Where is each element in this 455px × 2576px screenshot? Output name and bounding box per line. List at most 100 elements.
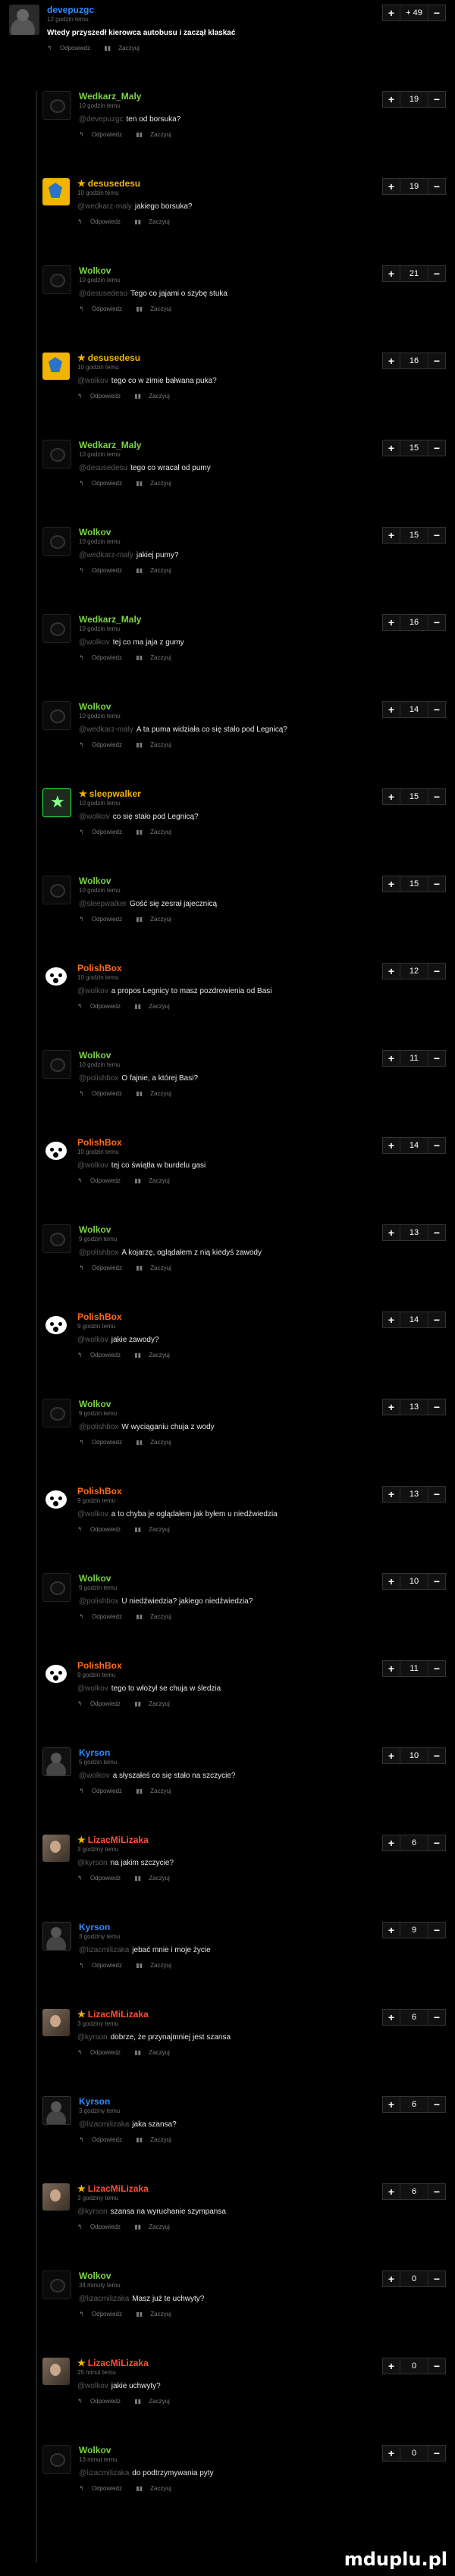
vote-plus-button[interactable]: + xyxy=(383,1661,400,1676)
avatar[interactable] xyxy=(42,440,71,469)
report-button[interactable]: ▮▮ Zaczyuj xyxy=(134,1003,176,1010)
mention-link[interactable]: @lizacmilizaka xyxy=(79,2295,129,2303)
report-button[interactable]: ▮▮ Zaczyuj xyxy=(136,1613,177,1620)
avatar[interactable] xyxy=(42,1399,71,1427)
mention-link[interactable]: @wolkov xyxy=(77,1161,108,1170)
vote-plus-button[interactable]: + xyxy=(383,1574,400,1589)
vote-plus-button[interactable]: + xyxy=(383,1138,400,1153)
mention-link[interactable]: @polishbox xyxy=(79,1074,118,1083)
vote-plus-button[interactable]: + xyxy=(383,1923,400,1938)
reply-button[interactable]: ↰ Odpowiedz xyxy=(77,393,127,400)
avatar[interactable] xyxy=(42,2096,71,2125)
mention-link[interactable]: @lizacmilizaka xyxy=(79,1946,129,1954)
vote-plus-button[interactable]: + xyxy=(383,1051,400,1066)
avatar[interactable] xyxy=(42,1312,70,1339)
mention-link[interactable]: @polishbox xyxy=(79,1249,118,1257)
reply-button[interactable]: ↰ Odpowiedz xyxy=(79,567,128,574)
vote-plus-button[interactable]: + xyxy=(383,1225,400,1240)
vote-minus-button[interactable]: − xyxy=(428,266,445,281)
vote-minus-button[interactable]: − xyxy=(428,2184,445,2199)
mention-link[interactable]: @wedkarz-maly xyxy=(79,551,133,559)
avatar[interactable] xyxy=(42,2183,70,2211)
avatar[interactable] xyxy=(42,1573,71,1602)
report-button[interactable]: ▮▮ Zaczyuj xyxy=(136,654,177,661)
mention-link[interactable]: @wedkarz-maly xyxy=(77,202,132,211)
vote-plus-button[interactable]: + xyxy=(383,1748,400,1763)
mention-link[interactable]: @wolkov xyxy=(77,377,108,385)
vote-minus-button[interactable]: − xyxy=(428,2097,445,2112)
reply-button[interactable]: ↰ Odpowiedz xyxy=(77,1177,127,1184)
mention-link[interactable]: @wedkarz-maly xyxy=(79,725,133,734)
vote-minus-button[interactable]: − xyxy=(428,1051,445,1066)
mention-link[interactable]: @wolkov xyxy=(77,1510,108,1518)
vote-minus-button[interactable]: − xyxy=(428,702,445,717)
vote-plus-button[interactable]: + xyxy=(383,1399,400,1415)
vote-minus-button[interactable]: − xyxy=(428,1835,445,1851)
vote-minus-button[interactable]: − xyxy=(428,789,445,804)
avatar[interactable] xyxy=(42,353,70,380)
vote-minus-button[interactable]: − xyxy=(428,528,445,543)
report-button[interactable]: ▮▮ Zaczyuj xyxy=(136,1788,177,1794)
vote-minus-button[interactable]: − xyxy=(428,1487,445,1502)
avatar[interactable] xyxy=(42,1835,70,1862)
vote-plus-button[interactable]: + xyxy=(383,440,400,456)
reply-button[interactable]: ↰ Odpowiedz xyxy=(77,218,127,225)
vote-minus-button[interactable]: − xyxy=(428,2010,445,2025)
vote-minus-button[interactable]: − xyxy=(428,876,445,892)
reply-button[interactable]: ↰ Odpowiedz xyxy=(79,1788,128,1794)
mention-link[interactable]: @lizacmilizaka xyxy=(79,2120,129,2129)
report-button[interactable]: ▮▮ Zaczyuj xyxy=(134,2398,176,2405)
reply-button[interactable]: ↰ Odpowiedz xyxy=(79,2136,128,2143)
reply-button[interactable]: ↰ Odpowiedz xyxy=(79,916,128,923)
avatar[interactable] xyxy=(42,1922,71,1951)
reply-button[interactable]: ↰ Odpowiedz xyxy=(77,2223,127,2230)
reply-button[interactable]: ↰ Odpowiedz xyxy=(77,1003,127,1010)
vote-minus-button[interactable]: − xyxy=(428,2446,445,2461)
reply-button[interactable]: ↰ Odpowiedz xyxy=(79,1090,128,1097)
mention-link[interactable]: @devepuzgc xyxy=(79,115,124,124)
report-button[interactable]: ▮▮ Zaczyuj xyxy=(136,567,177,574)
reply-button[interactable]: ↰ Odpowiedz xyxy=(77,2398,127,2405)
report-button[interactable]: ▮▮ Zaczyuj xyxy=(136,741,177,748)
report-button[interactable]: ▮▮ Zaczyuj xyxy=(134,2223,176,2230)
avatar[interactable] xyxy=(42,2270,71,2299)
avatar[interactable] xyxy=(42,91,71,120)
vote-plus-button[interactable]: + xyxy=(383,266,400,281)
mention-link[interactable]: @wolkov xyxy=(77,2382,108,2390)
reply-button[interactable]: ↰ Odpowiedz xyxy=(79,654,128,661)
reply-button[interactable]: ↰ Odpowiedz xyxy=(79,1264,128,1271)
vote-minus-button[interactable]: − xyxy=(428,179,445,194)
avatar[interactable] xyxy=(42,876,71,904)
avatar[interactable] xyxy=(42,614,71,643)
vote-plus-button[interactable]: + xyxy=(383,2358,400,2374)
report-button[interactable]: ▮▮ Zaczyuj xyxy=(134,393,176,400)
reply-button[interactable]: ↰ Odpowiedz xyxy=(47,45,96,52)
mention-link[interactable]: @polishbox xyxy=(79,1423,118,1431)
reply-button[interactable]: ↰ Odpowiedz xyxy=(79,306,128,312)
mention-link[interactable]: @wolkov xyxy=(79,813,110,821)
avatar[interactable] xyxy=(42,265,71,294)
vote-plus-button[interactable]: + xyxy=(383,964,400,979)
avatar[interactable] xyxy=(42,178,70,205)
reply-button[interactable]: ↰ Odpowiedz xyxy=(79,480,128,487)
mention-link[interactable]: @desusedesu xyxy=(79,290,127,298)
avatar[interactable] xyxy=(42,1747,71,1776)
avatar[interactable] xyxy=(42,701,71,730)
vote-plus-button[interactable]: + xyxy=(383,1487,400,1502)
report-button[interactable]: ▮▮ Zaczyuj xyxy=(134,1177,176,1184)
vote-minus-button[interactable]: − xyxy=(428,1138,445,1153)
avatar[interactable] xyxy=(42,1660,70,1688)
vote-minus-button[interactable]: − xyxy=(428,1574,445,1589)
reply-button[interactable]: ↰ Odpowiedz xyxy=(79,1613,128,1620)
reply-button[interactable]: ↰ Odpowiedz xyxy=(79,2311,128,2317)
vote-minus-button[interactable]: − xyxy=(428,1399,445,1415)
report-button[interactable]: ▮▮ Zaczyuj xyxy=(136,916,177,923)
vote-plus-button[interactable]: + xyxy=(383,876,400,892)
mention-link[interactable]: @polishbox xyxy=(79,1597,118,1606)
vote-plus-button[interactable]: + xyxy=(383,92,400,107)
reply-button[interactable]: ↰ Odpowiedz xyxy=(77,1526,127,1533)
mention-link[interactable]: @lizacmilizaka xyxy=(79,2469,129,2477)
vote-plus-button[interactable]: + xyxy=(383,2184,400,2199)
vote-minus-button[interactable]: − xyxy=(428,5,445,20)
report-button[interactable]: ▮▮ Zaczyuj xyxy=(134,1700,176,1707)
